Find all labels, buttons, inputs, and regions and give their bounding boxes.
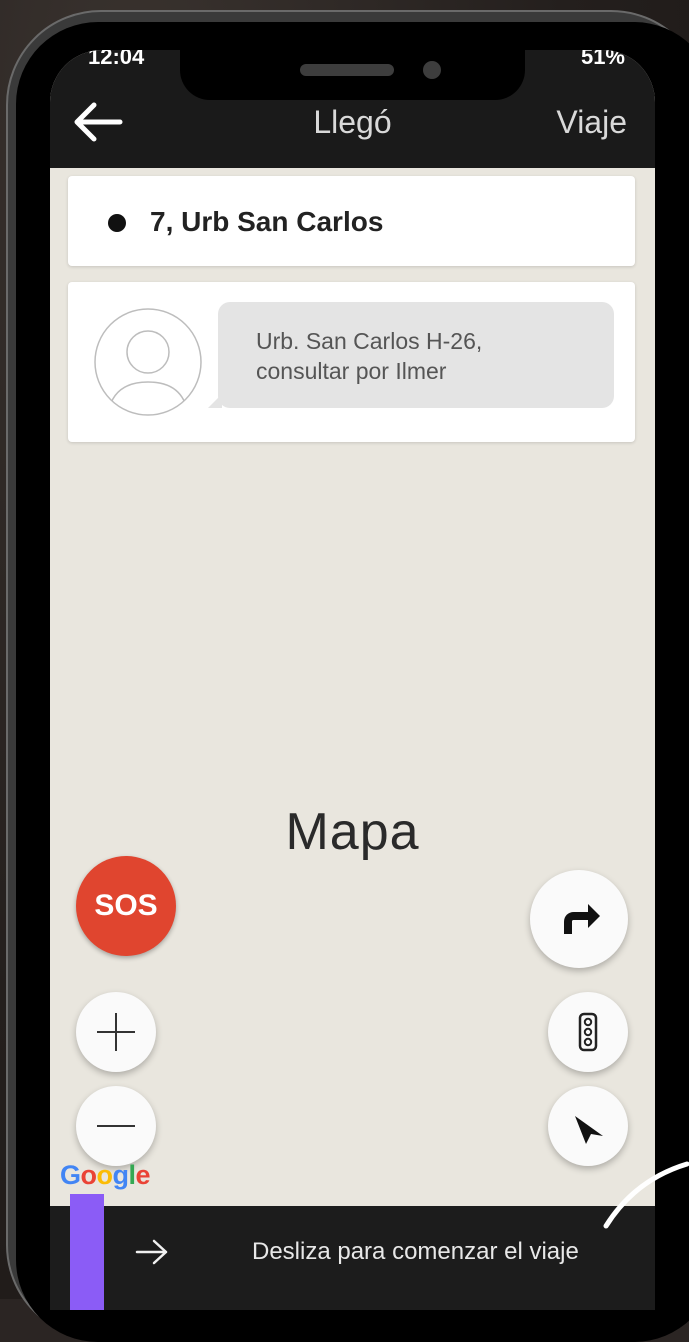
slide-instruction: Desliza para comenzar el viaje	[252, 1238, 579, 1266]
zoom-in-button[interactable]	[76, 992, 156, 1072]
note-card: Urb. San Carlos H-26, consultar por Ilme…	[68, 282, 635, 442]
plus-icon	[76, 992, 156, 1072]
traffic-light-icon	[548, 992, 628, 1072]
front-camera	[423, 61, 441, 79]
location-dot-icon	[108, 214, 126, 232]
speaker-grille	[300, 64, 394, 76]
route-button[interactable]	[530, 870, 628, 968]
phone-screen: 12:04 51% Llegó Viaje 7, Urb San Carlos	[50, 50, 655, 1310]
bubble-tail	[208, 394, 222, 408]
address-card: 7, Urb San Carlos	[68, 176, 635, 266]
slide-to-start-bar[interactable]: Desliza para comenzar el viaje	[50, 1206, 655, 1310]
turn-right-arrow-icon	[530, 870, 628, 968]
right-arrow-icon	[134, 1238, 170, 1266]
zoom-out-button[interactable]	[76, 1086, 156, 1166]
status-time: 12:04	[88, 50, 144, 70]
trip-button[interactable]: Viaje	[556, 104, 627, 141]
message-text: Urb. San Carlos H-26, consultar por Ilme…	[256, 326, 482, 386]
avatar	[94, 308, 202, 416]
sos-button[interactable]: SOS	[76, 856, 176, 956]
message-bubble: Urb. San Carlos H-26, consultar por Ilme…	[218, 302, 614, 408]
decorative-arc	[598, 1150, 689, 1240]
address-text: 7, Urb San Carlos	[150, 206, 383, 238]
google-logo: Google	[60, 1160, 150, 1191]
map-placeholder-label: Mapa	[50, 802, 655, 862]
slider-handle[interactable]	[70, 1194, 104, 1310]
status-battery: 51%	[581, 50, 625, 70]
traffic-button[interactable]	[548, 992, 628, 1072]
minus-icon	[76, 1086, 156, 1166]
phone-notch	[180, 46, 525, 100]
